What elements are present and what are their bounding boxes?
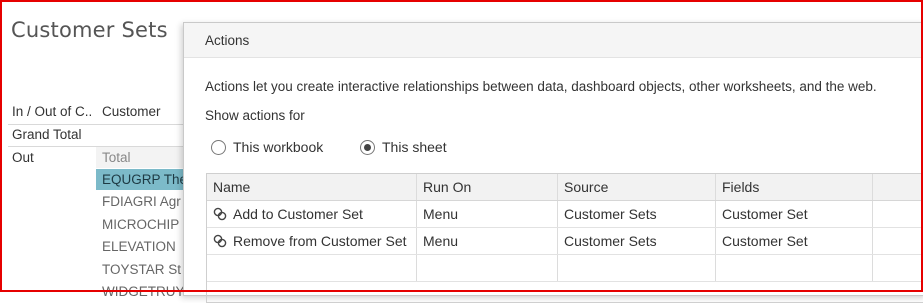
extra-cell [873, 201, 923, 227]
grand-total-label: Grand Total [12, 127, 82, 142]
row-divider [207, 281, 923, 282]
column-header-extra [873, 174, 923, 200]
run-on-cell: Menu [417, 201, 558, 227]
column-header-customer[interactable]: Customer [102, 104, 161, 119]
customer-cell-selected[interactable]: EQUGRP The [96, 169, 188, 190]
link-icon [213, 207, 227, 221]
empty-cell [716, 255, 873, 281]
customer-cell[interactable]: TOYSTAR St [96, 259, 188, 280]
column-header-name[interactable]: Name [207, 174, 417, 200]
dialog-header[interactable]: Actions [184, 23, 923, 58]
column-header-run-on[interactable]: Run On [417, 174, 558, 200]
radio-checked-icon [360, 139, 375, 155]
actions-table: Name Run On Source Fields Add to Custome… [206, 173, 923, 303]
fields-cell: Customer Set [716, 228, 873, 254]
source-cell: Customer Sets [558, 201, 716, 227]
dialog-description: Actions let you create interactive relat… [205, 79, 877, 94]
customer-cell[interactable]: ELEVATION [96, 236, 188, 257]
extra-cell [873, 228, 923, 254]
fields-cell: Customer Set [716, 201, 873, 227]
header-divider [8, 124, 188, 125]
empty-cell [558, 255, 716, 281]
link-icon [213, 234, 227, 248]
worksheet-title: Customer Sets [11, 18, 168, 42]
customer-cell[interactable]: MICROCHIP [96, 214, 188, 235]
empty-cell [207, 255, 417, 281]
action-name-cell: Remove from Customer Set [207, 228, 417, 254]
radio-label: This sheet [382, 139, 447, 155]
empty-cell [873, 255, 923, 281]
table-row[interactable]: Remove from Customer Set Menu Customer S… [207, 228, 923, 254]
column-header-source[interactable]: Source [558, 174, 716, 200]
run-on-cell: Menu [417, 228, 558, 254]
out-label: Out [12, 150, 34, 165]
column-header-in-out[interactable]: In / Out of C.. [12, 104, 92, 119]
customer-cell[interactable]: FDIAGRI Agr [96, 191, 188, 212]
show-actions-for-label: Show actions for [205, 108, 305, 123]
table-header-row: Name Run On Source Fields [207, 174, 923, 201]
column-header-fields[interactable]: Fields [716, 174, 873, 200]
table-row[interactable]: Add to Customer Set Menu Customer Sets C… [207, 201, 923, 227]
dialog-title: Actions [205, 33, 250, 48]
table-row-empty [207, 255, 923, 281]
radio-this-sheet[interactable]: This sheet [360, 139, 447, 155]
source-cell: Customer Sets [558, 228, 716, 254]
empty-cell [417, 255, 558, 281]
action-name-text: Add to Customer Set [233, 206, 363, 222]
customer-cell[interactable]: Total [96, 147, 188, 168]
actions-dialog: Actions Actions let you create interacti… [183, 22, 923, 303]
radio-this-workbook[interactable]: This workbook [211, 139, 323, 155]
radio-unchecked-icon [211, 139, 226, 155]
action-name-text: Remove from Customer Set [233, 233, 407, 249]
action-name-cell: Add to Customer Set [207, 201, 417, 227]
radio-label: This workbook [233, 139, 324, 155]
